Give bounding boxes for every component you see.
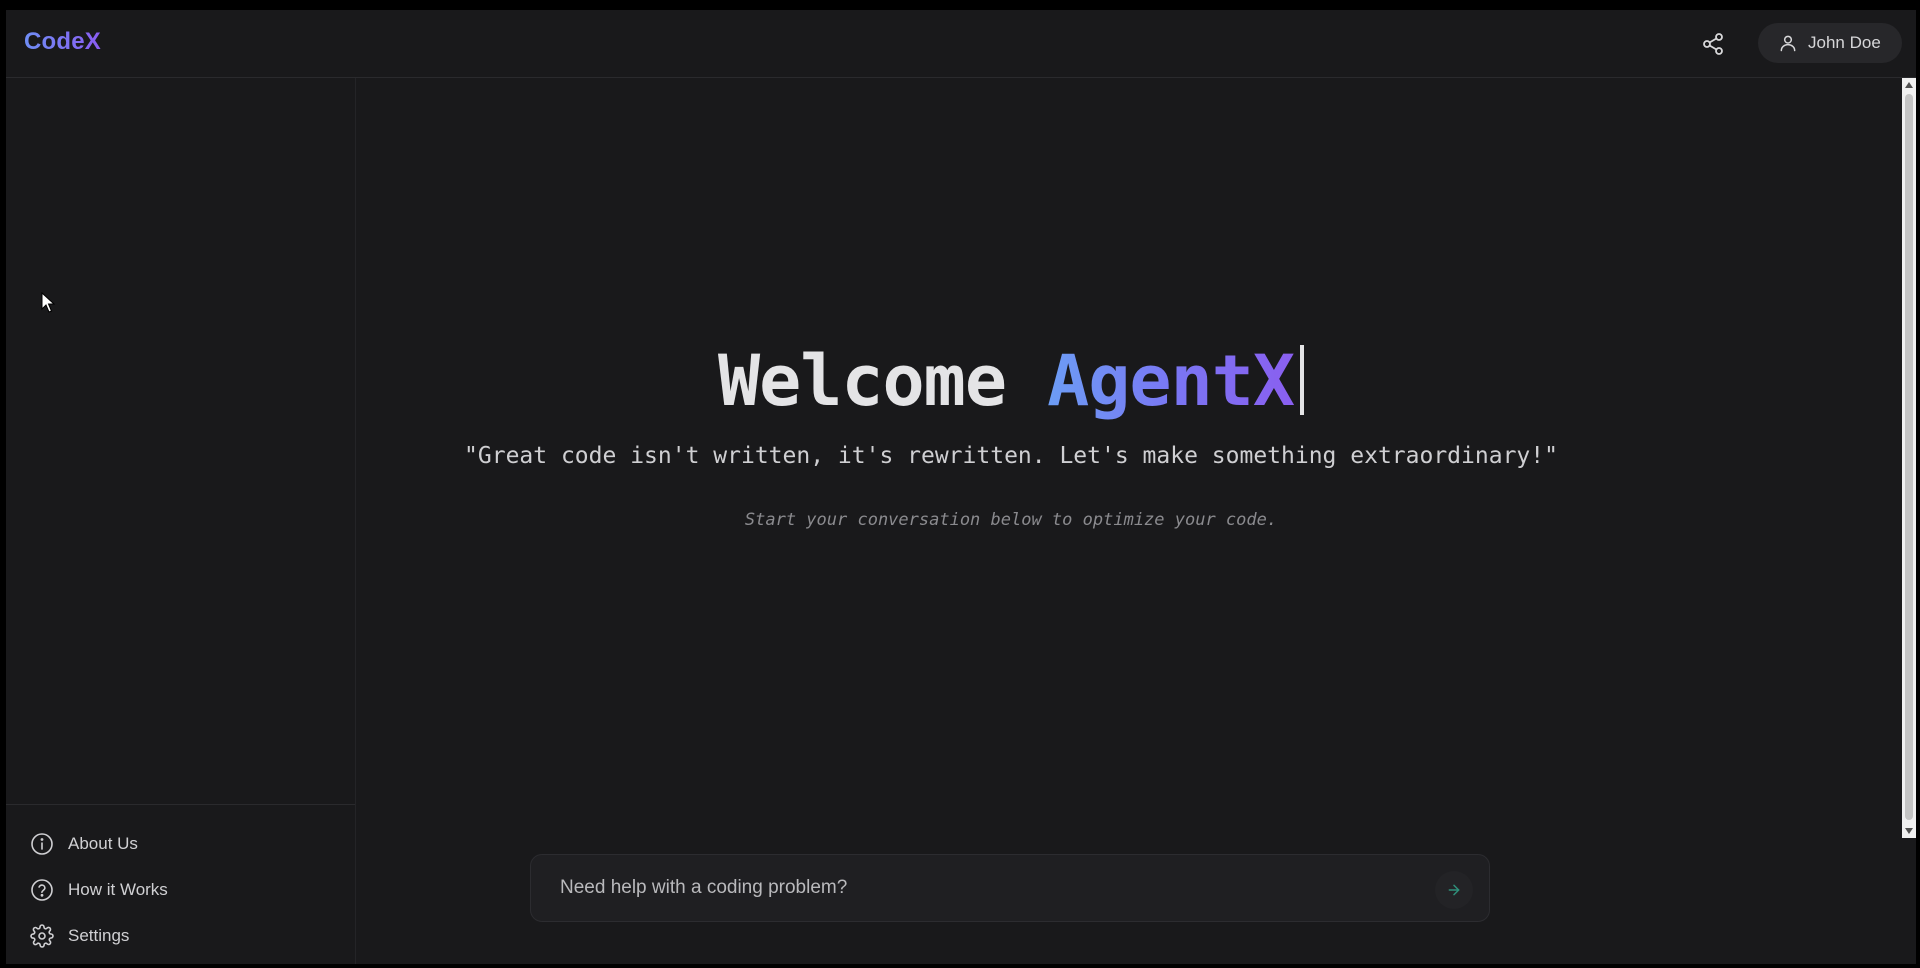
gear-icon	[30, 924, 54, 948]
user-profile-button[interactable]: John Doe	[1758, 23, 1902, 63]
sidebar: About Us How it Works Settings	[6, 78, 356, 964]
user-name: John Doe	[1808, 33, 1881, 52]
welcome-heading: Welcome AgentX	[356, 340, 1666, 422]
sidebar-item-how-it-works[interactable]: How it Works	[6, 867, 355, 913]
user-icon	[1780, 35, 1796, 52]
vertical-scrollbar[interactable]	[1902, 78, 1916, 838]
triangle-down-icon	[1905, 828, 1913, 834]
mouse-pointer-icon	[41, 292, 55, 313]
info-icon	[31, 833, 53, 855]
scroll-down-arrow[interactable]	[1902, 824, 1916, 838]
chat-input-container	[530, 854, 1490, 922]
chat-input[interactable]	[531, 855, 1391, 921]
arrow-right-icon	[1448, 884, 1460, 896]
share-button[interactable]	[1698, 29, 1728, 59]
typing-cursor	[1300, 345, 1305, 415]
sidebar-footer-menu: About Us How it Works Settings	[6, 804, 355, 964]
app-window: CodeX John Doe About Us How it Works Set…	[6, 10, 1916, 964]
sidebar-item-label: How it Works	[68, 880, 168, 899]
top-bar: CodeX John Doe	[6, 10, 1916, 78]
sidebar-item-settings[interactable]: Settings	[6, 913, 355, 959]
scroll-thumb[interactable]	[1905, 94, 1913, 820]
welcome-subtitle: Start your conversation below to optimiz…	[744, 510, 1278, 530]
brand-logo[interactable]: CodeX	[24, 28, 101, 56]
main-content: Welcome AgentX "Great code isn't written…	[356, 78, 1908, 964]
sidebar-item-label: About Us	[68, 834, 138, 853]
sidebar-item-about-us[interactable]: About Us	[6, 821, 355, 867]
agent-name: AgentX	[1047, 340, 1295, 422]
welcome-quote: "Great code isn't written, it's rewritte…	[464, 443, 1558, 469]
help-circle-icon	[31, 879, 53, 901]
welcome-prefix: Welcome	[717, 340, 1007, 422]
triangle-up-icon	[1905, 82, 1913, 88]
share-icon	[1703, 33, 1723, 55]
send-button[interactable]	[1435, 871, 1473, 909]
sidebar-item-label: Settings	[68, 926, 130, 945]
scroll-up-arrow[interactable]	[1902, 78, 1916, 92]
